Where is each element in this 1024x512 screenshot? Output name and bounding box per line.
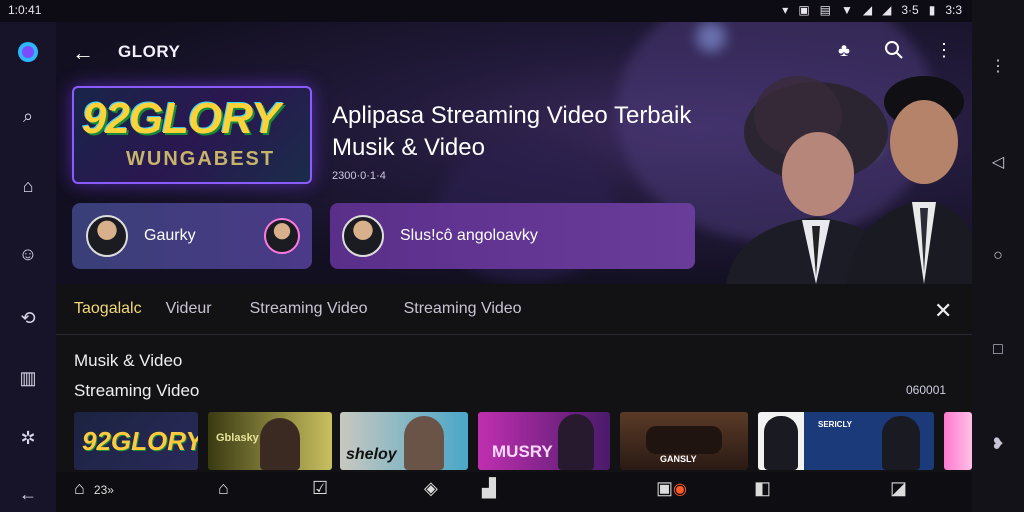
checkbox-icon: ☑: [312, 478, 329, 498]
thumbnail-group: [646, 426, 722, 454]
nav-check[interactable]: ☑: [312, 478, 328, 499]
thumbnail-title: GANSLY: [660, 454, 697, 464]
hero-title: Aplipasa Streaming Video Terbaik Musik &…: [332, 102, 692, 161]
wifi-strong-icon: ▼: [841, 3, 853, 17]
notification-icon: ▤: [819, 3, 831, 17]
section-count: 060001: [906, 383, 947, 397]
avatar-secondary: [264, 218, 300, 254]
logo-text: 92GLORY: [82, 94, 281, 143]
thumbnail-card[interactable]: SERICLY: [758, 412, 934, 470]
back-triangle-icon[interactable]: ◁: [988, 152, 1008, 172]
card-label: Gaurky: [144, 227, 196, 244]
close-button[interactable]: ✕: [934, 298, 952, 324]
signal-icon: ◢: [862, 3, 873, 17]
thumbnail-person: [558, 414, 594, 470]
assist-icon[interactable]: ❥: [988, 434, 1008, 454]
tab-bar: Taogalalc Videur Streaming Video Streami…: [74, 300, 522, 318]
card-label: Slus!cô angoloavky: [400, 227, 538, 244]
nav-chat[interactable]: ◪: [890, 478, 907, 499]
search-icon[interactable]: ⌕: [14, 102, 42, 130]
status-time: 1:0:41: [8, 3, 42, 17]
tag-icon: ◈: [424, 478, 438, 498]
share-button[interactable]: ♣: [832, 38, 856, 62]
repeat-icon[interactable]: ⟲: [14, 304, 42, 332]
divider: [56, 334, 972, 335]
wifi-icon: ▾: [782, 3, 789, 17]
thumbnail-card[interactable]: Gblasky: [208, 412, 332, 470]
signal-icon-2: ◢: [882, 3, 892, 17]
profile-card-streaming[interactable]: Slus!cô angoloavky: [330, 203, 695, 269]
chat-icon: ◪: [890, 478, 908, 498]
profile-card-gaurky[interactable]: Gaurky: [72, 203, 312, 269]
thumbnail-title: MUSRY: [492, 442, 553, 461]
status-value-1: 3·5: [901, 3, 919, 17]
thumbnail-card[interactable]: GANSLY: [620, 412, 748, 470]
avatar: [342, 215, 384, 257]
thumbnail-person: [260, 418, 300, 470]
thumbnail-card[interactable]: 92GLORY: [74, 412, 198, 470]
nav-bookmark[interactable]: ◧: [754, 478, 771, 499]
thumbnail-title: Gblasky: [216, 432, 259, 444]
thumbnail-card[interactable]: MUSRY: [478, 412, 610, 470]
thumbnail-title: SERICLY: [818, 420, 852, 429]
back-arrow-icon[interactable]: ←: [14, 480, 42, 508]
home-icon: ⌂: [74, 478, 85, 498]
emoji-icon[interactable]: ☺: [14, 240, 42, 268]
tab-videur[interactable]: Videur: [166, 300, 212, 318]
home-outline-icon: ⌂: [218, 478, 229, 498]
record-icon: ◉: [673, 481, 687, 498]
nav-home[interactable]: ⌂ 23»: [74, 478, 114, 499]
nav-tag[interactable]: ◈: [424, 478, 438, 499]
app-logo-icon[interactable]: [14, 38, 42, 66]
tab-taogalalc[interactable]: Taogalalc: [74, 300, 142, 318]
search-icon: [885, 41, 903, 59]
hero-meta: 2300·0·1·4: [332, 170, 386, 182]
overflow-icon[interactable]: ⋮: [988, 56, 1008, 76]
share-icon: ♣: [838, 39, 850, 60]
search-button[interactable]: [882, 38, 906, 62]
status-value-2: 3:3: [945, 3, 962, 17]
logo-subtext: WUNGABEST: [126, 148, 276, 170]
thumbnail-person: [764, 416, 798, 470]
sim-icon: ▣: [798, 3, 810, 17]
avatar: [86, 215, 128, 257]
home-circle-icon[interactable]: ○: [988, 246, 1008, 266]
settings-icon[interactable]: ✲: [14, 424, 42, 452]
system-nav-bar: ⋮ ◁ ○ □ ❥: [972, 0, 1024, 512]
thumbnail-title: sheloy: [346, 446, 397, 463]
more-button[interactable]: ⋮: [932, 38, 956, 62]
library-icon[interactable]: ▥: [14, 364, 42, 392]
nav-toggle[interactable]: ▣◉: [656, 478, 687, 499]
thumbnail-person: [882, 416, 920, 470]
hero-person-suit: [846, 76, 972, 284]
thumbnail-title: 92GLORY: [82, 426, 198, 456]
thumbnail-card[interactable]: sheloy: [340, 412, 468, 470]
bottom-nav: [56, 472, 972, 512]
nav-home-outline[interactable]: ⌂: [218, 478, 229, 499]
status-bar: 1:0:41 ▾ ▣ ▤ ▼ ◢ ◢ 3·5 ▮ 3:3: [0, 0, 1024, 22]
section-title-streaming: Streaming Video: [74, 381, 200, 400]
tab-streaming-video-2[interactable]: Streaming Video: [404, 300, 522, 318]
thumbnail-row: 92GLORY Gblasky sheloy MUSRY GANSLY SERI…: [74, 412, 972, 470]
back-button[interactable]: ←: [72, 40, 94, 66]
left-nav-rail: ⌕ ⌂ ☺ ⟲ ▥ ✲ ←: [0, 22, 56, 512]
close-icon: ✕: [934, 298, 953, 323]
nav-home-label: 23»: [93, 483, 114, 497]
battery-icon: ▮: [928, 3, 936, 17]
recents-square-icon[interactable]: □: [988, 340, 1008, 360]
toggle-icon: ▣: [656, 478, 674, 498]
thumbnail-person: [404, 416, 444, 470]
arrow-left-icon: ←: [72, 40, 94, 65]
thumbnail-card[interactable]: [944, 412, 972, 470]
bookmark-icon: ◧: [754, 478, 772, 498]
nav-widget[interactable]: ▟: [482, 478, 496, 499]
more-vert-icon: ⋮: [935, 39, 953, 60]
widget-icon: ▟: [482, 478, 496, 498]
home-icon[interactable]: ⌂: [14, 172, 42, 200]
tab-streaming-video-1[interactable]: Streaming Video: [250, 300, 368, 318]
brand-logo[interactable]: 92GLORY WUNGABEST: [72, 86, 312, 184]
app-title: GLORY: [118, 42, 181, 61]
section-title-musik: Musik & Video: [74, 351, 183, 370]
